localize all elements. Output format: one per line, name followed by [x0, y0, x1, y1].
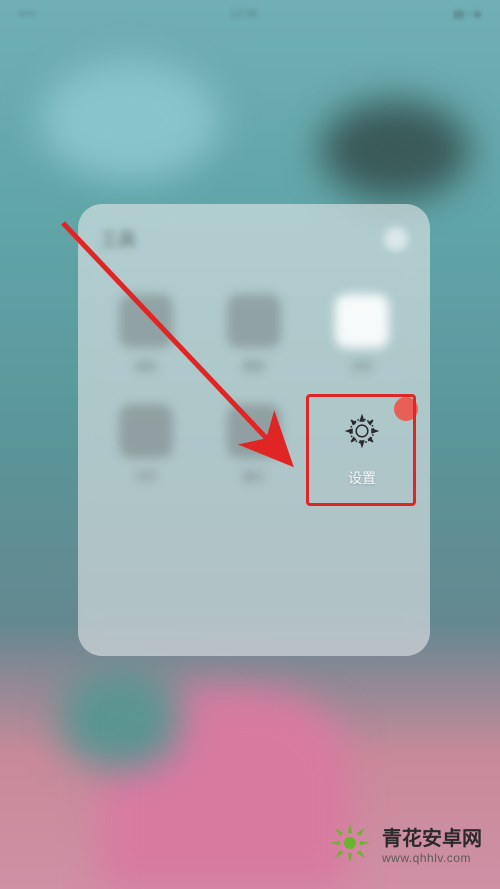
app-item[interactable]: 相机	[100, 294, 192, 374]
folder-panel[interactable]: 工具 相机 图库 日历 文件 备忘	[78, 204, 430, 656]
notification-badge	[394, 397, 418, 421]
status-left: •••••	[18, 9, 36, 20]
status-right: ▮▮ • ◉	[453, 9, 482, 20]
watermark-title: 青花安卓网	[382, 822, 482, 851]
app-item[interactable]: 备忘	[208, 404, 300, 488]
status-bar: ••••• 12:00 ▮▮ • ◉	[0, 0, 500, 28]
app-item-settings[interactable]: 设置	[316, 404, 408, 488]
app-item[interactable]: 文件	[100, 404, 192, 488]
app-icon	[227, 294, 281, 348]
gear-icon	[335, 404, 389, 458]
app-icon	[119, 294, 173, 348]
app-icon	[335, 294, 389, 348]
app-icon	[119, 404, 173, 458]
apps-grid: 相机 图库 日历 文件 备忘	[100, 294, 408, 488]
app-label: 相机	[135, 358, 157, 374]
watermark-url: www.qhhlv.com	[382, 851, 471, 865]
app-label-settings: 设置	[348, 468, 376, 488]
app-label: 文件	[135, 468, 157, 484]
app-item[interactable]: 图库	[208, 294, 300, 374]
watermark: 青花安卓网 www.qhhlv.com	[326, 819, 482, 867]
app-label: 日历	[351, 358, 373, 374]
folder-title: 工具	[100, 226, 136, 252]
app-item[interactable]: 日历	[316, 294, 408, 374]
app-label: 备忘	[243, 468, 265, 484]
watermark-logo-icon	[326, 819, 374, 867]
gear-svg	[342, 411, 382, 451]
status-time: 12:00	[231, 8, 259, 20]
app-label: 图库	[243, 358, 265, 374]
app-icon	[227, 404, 281, 458]
folder-close-button[interactable]	[384, 227, 408, 251]
